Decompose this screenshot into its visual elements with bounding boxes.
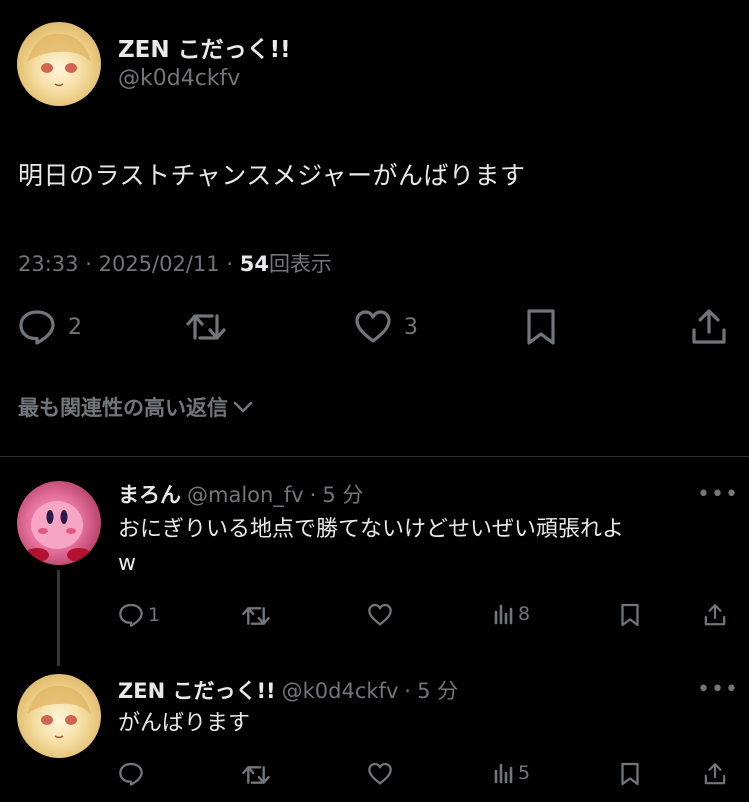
views-count: 5 [518, 762, 531, 784]
bookmark-button[interactable] [620, 762, 640, 786]
bookmark-button[interactable] [525, 308, 557, 346]
section-divider [0, 456, 749, 457]
views-count: 8 [518, 603, 531, 625]
tweet-text: 明日のラストチャンスメジャーがんばります [18, 161, 526, 190]
bookmark-icon [621, 603, 639, 627]
reply-icon [119, 603, 143, 627]
tweet-meta: 23:33 · 2025/02/11 · 54回表示 [18, 248, 332, 278]
more-options-button[interactable]: ••• [697, 677, 739, 702]
reply-author-handle[interactable]: @k0d4ckfv [282, 679, 399, 703]
bookmark-icon [527, 309, 555, 345]
views-button[interactable]: 8 [493, 603, 530, 625]
meta-separator: · [85, 252, 92, 276]
heart-icon [368, 603, 392, 626]
retweet-button[interactable] [242, 763, 270, 787]
share-button[interactable] [704, 603, 726, 627]
share-button[interactable] [691, 308, 727, 346]
like-count: 3 [404, 314, 418, 340]
retweet-icon [242, 607, 270, 625]
reply-icon [119, 762, 143, 786]
thread-connector [57, 570, 60, 666]
reply-text-line: w [118, 551, 136, 576]
chevron-down-icon [233, 401, 253, 413]
share-icon [704, 604, 726, 626]
author-name[interactable]: ZEN こだっく!! [118, 30, 291, 64]
reply-button[interactable]: 1 [118, 603, 160, 627]
reply-text: がんばります [118, 707, 250, 741]
bookmark-icon [621, 762, 639, 786]
share-icon [692, 309, 726, 344]
views-count: 54 [239, 252, 269, 276]
reply-avatar[interactable] [17, 674, 101, 758]
reply-count: 1 [148, 604, 161, 626]
meta-separator: · [309, 483, 317, 507]
heart-icon [355, 310, 391, 343]
reply-text: おにぎりいる地点で勝てないけどせいぜい頑張れよ w [118, 513, 738, 581]
analytics-icon [494, 763, 513, 784]
share-icon [704, 763, 726, 785]
reply-button[interactable]: 2 [18, 309, 82, 345]
meta-separator: · [226, 252, 234, 276]
retweet-button[interactable] [242, 604, 270, 628]
avatar[interactable] [17, 22, 101, 106]
reply-header: ZEN こだっく!! @k0d4ckfv · 5 分 [118, 675, 458, 705]
views-label: 回表示 [268, 252, 332, 276]
like-button[interactable] [367, 762, 393, 786]
bookmark-button[interactable] [620, 603, 640, 627]
tweet-time[interactable]: 23:33 [18, 252, 79, 276]
reply-count: 2 [68, 314, 82, 340]
reply-author-name[interactable]: まろん [118, 479, 181, 509]
reply-text-line: がんばります [118, 711, 251, 736]
reply-time[interactable]: 5 分 [322, 479, 363, 509]
reply-icon [19, 310, 55, 345]
meta-separator: · [404, 679, 412, 703]
tweet-date[interactable]: 2025/02/11 [99, 252, 220, 276]
avatar-image [25, 501, 91, 562]
reply-time[interactable]: 5 分 [417, 675, 458, 705]
analytics-icon [494, 604, 513, 625]
reply-author-name[interactable]: ZEN こだっく!! [118, 675, 276, 705]
retweet-icon [242, 766, 270, 784]
retweet-icon [186, 314, 226, 340]
reply-header: まろん @malon_fv · 5 分 [118, 479, 363, 509]
retweet-button[interactable] [186, 310, 226, 344]
avatar-image [27, 685, 91, 739]
reply-button[interactable] [118, 762, 144, 786]
reply-author-handle[interactable]: @malon_fv [187, 483, 304, 507]
share-button[interactable] [704, 762, 726, 786]
reply-avatar[interactable] [17, 481, 101, 565]
more-options-button[interactable]: ••• [697, 482, 739, 507]
author-handle[interactable]: @k0d4ckfv [118, 66, 240, 91]
views-button[interactable]: 5 [493, 762, 530, 784]
sort-label: 最も関連性の高い返信 [18, 396, 228, 420]
like-button[interactable] [367, 603, 393, 627]
replies-sort-dropdown[interactable]: 最も関連性の高い返信 [18, 392, 254, 422]
heart-icon [368, 762, 392, 785]
like-button[interactable]: 3 [354, 309, 418, 345]
avatar-image [27, 33, 91, 87]
reply-text-line: おにぎりいる地点で勝てないけどせいぜい頑張れよ [118, 517, 625, 542]
